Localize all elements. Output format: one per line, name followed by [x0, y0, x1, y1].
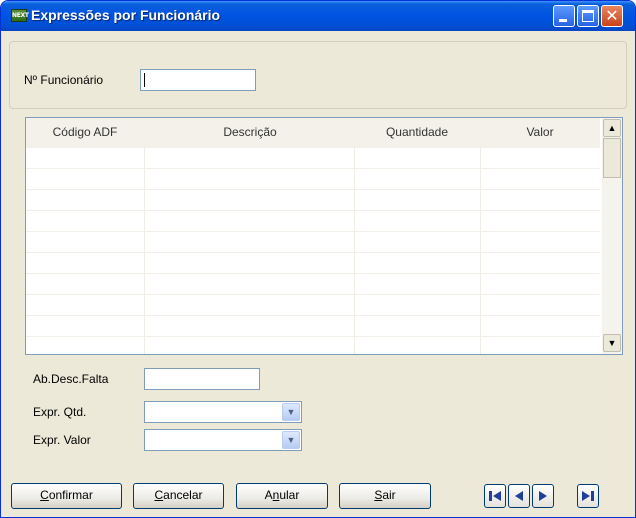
maximize-icon [582, 10, 594, 22]
first-record-icon [489, 491, 501, 501]
row-divider [26, 168, 600, 169]
column-header-codigo-adf[interactable]: Código ADF [26, 125, 144, 139]
confirm-hotkey: C [40, 488, 49, 502]
next-record-button[interactable] [532, 484, 554, 508]
last-record-button[interactable] [577, 484, 599, 508]
minimize-icon [559, 19, 567, 22]
chevron-down-icon: ▼ [286, 435, 296, 445]
void-button[interactable]: Anular [236, 483, 328, 509]
cancel-label: ancelar [163, 488, 203, 502]
column-header-valor[interactable]: Valor [480, 125, 600, 139]
column-divider [144, 148, 145, 354]
previous-record-button[interactable] [508, 484, 530, 508]
chevron-down-icon: ▼ [286, 407, 296, 417]
confirm-label: onfirmar [48, 488, 93, 502]
scroll-up-button[interactable]: ▲ [603, 119, 621, 137]
exit-label: air [382, 488, 396, 502]
maximize-button[interactable] [577, 5, 599, 27]
scroll-down-button[interactable]: ▼ [603, 334, 621, 352]
column-header-descricao[interactable]: Descrição [146, 125, 354, 139]
ab-desc-falta-input[interactable] [144, 368, 260, 390]
arrow-up-icon: ▲ [607, 123, 617, 133]
column-divider [354, 148, 355, 354]
ab-desc-falta-label: Ab.Desc.Falta [33, 372, 109, 386]
text-caret [144, 73, 145, 87]
confirm-button[interactable]: Confirmar [11, 483, 122, 509]
column-header-quantidade[interactable]: Quantidade [354, 125, 480, 139]
expr-qtd-dropdown-button[interactable]: ▼ [282, 403, 300, 421]
title-bar[interactable]: NEXT Expressões por Funcionário ✕ [1, 1, 635, 31]
close-icon: ✕ [605, 6, 619, 25]
minimize-button[interactable] [553, 5, 575, 27]
row-divider [26, 273, 600, 274]
row-divider [26, 189, 600, 190]
employee-panel: Nº Funcionário [9, 41, 627, 109]
row-divider [26, 210, 600, 211]
expr-valor-label: Expr. Valor [33, 433, 91, 447]
expr-valor-dropdown-button[interactable]: ▼ [282, 431, 300, 449]
expr-qtd-label: Expr. Qtd. [33, 405, 87, 419]
void-label-prefix: A [264, 488, 273, 502]
next-app-icon: NEXT [11, 9, 29, 22]
expr-valor-select[interactable]: ▼ [144, 429, 302, 451]
employee-number-label: Nº Funcionário [24, 73, 104, 87]
window-title: Expressões por Funcionário [31, 7, 221, 23]
column-divider [480, 148, 481, 354]
close-button[interactable]: ✕ [601, 5, 623, 27]
row-divider [26, 315, 600, 316]
next-record-icon [539, 491, 547, 501]
row-divider [26, 252, 600, 253]
first-record-button[interactable] [484, 484, 506, 508]
grid-vertical-scrollbar[interactable]: ▲ ▼ [602, 118, 622, 354]
last-record-icon [582, 491, 594, 501]
previous-record-icon [515, 491, 523, 501]
grid-header: Código ADF Descrição Quantidade Valor [26, 118, 600, 148]
row-divider [26, 336, 600, 337]
scroll-thumb[interactable] [603, 138, 621, 178]
main-window: NEXT Expressões por Funcionário ✕ Nº Fun… [0, 0, 636, 518]
void-label: ular [279, 488, 300, 502]
row-divider [26, 294, 600, 295]
row-divider [26, 231, 600, 232]
expressions-grid[interactable]: Código ADF Descrição Quantidade Valor ▲ [25, 117, 623, 355]
exit-button[interactable]: Sair [339, 483, 431, 509]
arrow-down-icon: ▼ [607, 338, 617, 348]
cancel-hotkey: C [154, 488, 164, 502]
cancel-button[interactable]: Cancelar [133, 483, 224, 509]
grid-body[interactable] [26, 148, 600, 354]
employee-number-input[interactable] [140, 69, 256, 91]
expr-qtd-select[interactable]: ▼ [144, 401, 302, 423]
